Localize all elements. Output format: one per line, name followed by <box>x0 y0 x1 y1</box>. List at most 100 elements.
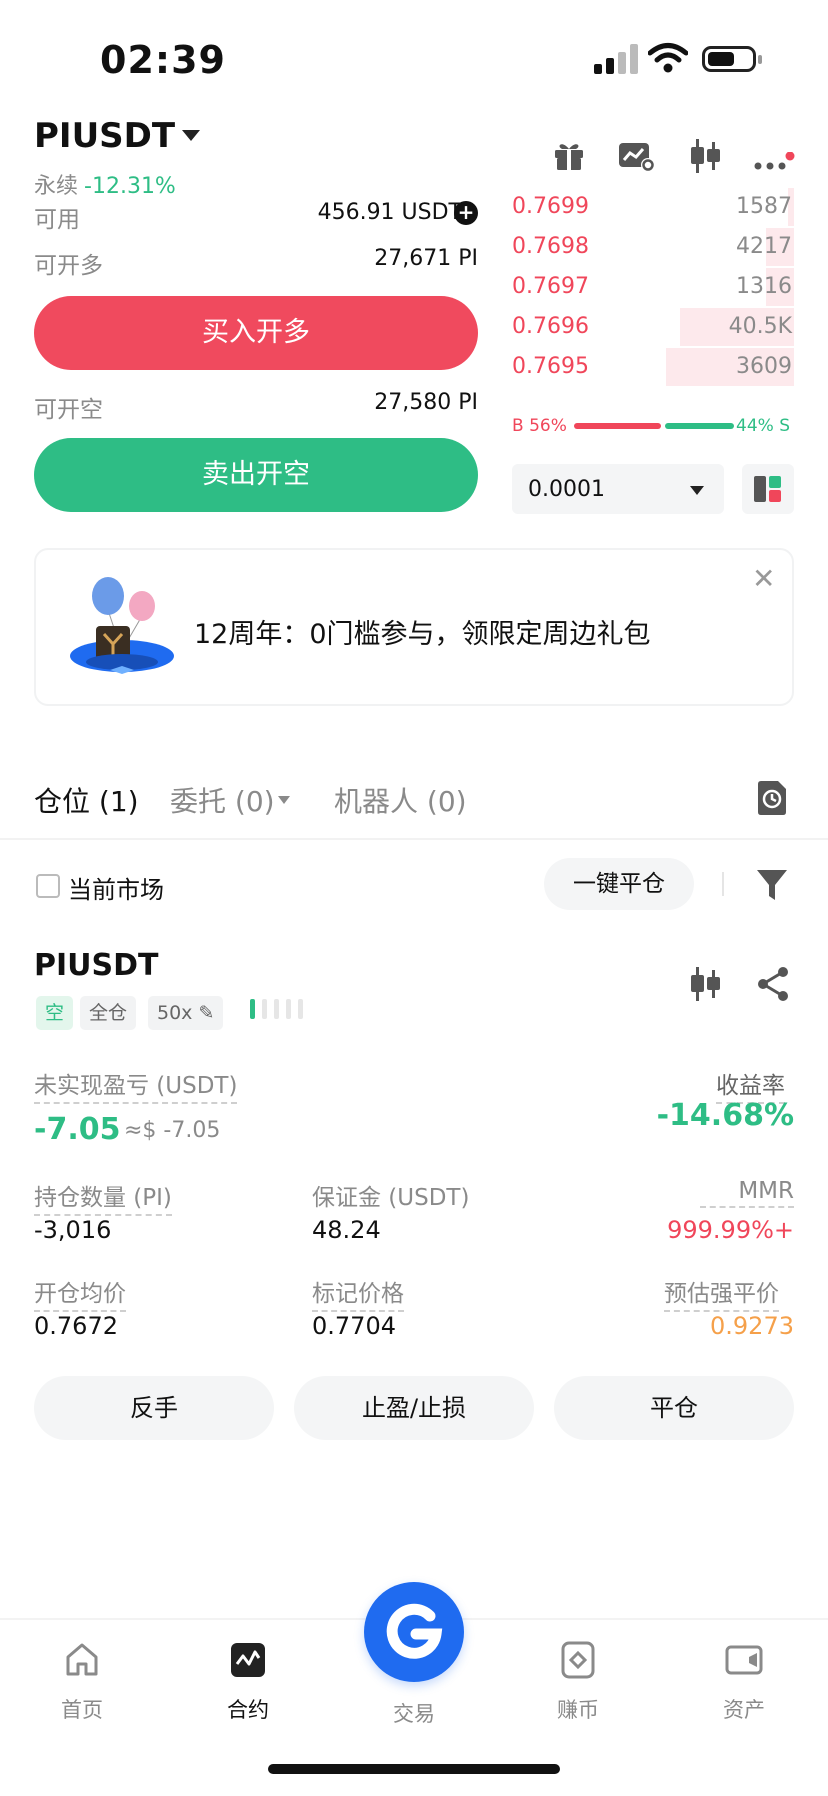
close-all-button[interactable]: 一键平仓 <box>544 858 694 910</box>
margin-mode-tag[interactable]: 全仓 <box>80 996 137 1030</box>
nav-home[interactable]: 首页 <box>22 1640 142 1724</box>
nav-earn[interactable]: 赚币 <box>518 1640 638 1724</box>
divider <box>0 838 828 840</box>
orderbook-ask-row[interactable]: 0.7696 40.5K <box>510 308 794 348</box>
ask-price: 0.7696 <box>512 314 589 339</box>
nav-assets-label: 资产 <box>723 1698 765 1722</box>
mmr-label: MMR <box>700 1178 794 1208</box>
open-long-value: 27,671 PI <box>374 246 478 271</box>
tpsl-button[interactable]: 止盈/止损 <box>294 1376 534 1440</box>
orderbook-layout-button[interactable] <box>742 464 794 514</box>
ask-price: 0.7697 <box>512 274 589 299</box>
home-icon <box>66 1643 98 1676</box>
leverage-value: 50x <box>157 1002 193 1024</box>
tab-bots[interactable]: 机器人 (0) <box>334 780 467 820</box>
caret-down-icon[interactable] <box>278 796 290 804</box>
roe-value: -14.68% <box>656 1098 794 1133</box>
close-icon[interactable]: ✕ <box>752 562 775 595</box>
contract-info: 永续 -12.31% <box>34 168 176 200</box>
sell-ratio: 44% S <box>736 416 790 436</box>
orderbook-ask-row[interactable]: 0.7698 4217 <box>510 228 794 268</box>
current-market-label: 当前市场 <box>68 876 164 904</box>
available-value: 456.91 USDT <box>317 200 462 225</box>
open-short-value: 27,580 PI <box>374 390 478 415</box>
chart-edit-icon[interactable] <box>618 140 656 172</box>
size-label: 持仓数量 (PI) <box>34 1178 172 1216</box>
close-position-button[interactable]: 平仓 <box>554 1376 794 1440</box>
leverage-tag[interactable]: 50x ✎ <box>148 996 224 1030</box>
liq-price-value: 0.9273 <box>710 1312 794 1340</box>
mark-price-value: 0.7704 <box>312 1312 396 1340</box>
size-value: -3,016 <box>34 1216 112 1244</box>
divider <box>722 872 724 896</box>
mmr-value: 999.99%+ <box>667 1216 794 1244</box>
unrealized-pnl-usd: ≈$ -7.05 <box>124 1118 221 1143</box>
nav-earn-label: 赚币 <box>557 1698 599 1722</box>
caret-down-icon[interactable] <box>690 486 704 495</box>
share-icon[interactable] <box>756 966 790 1002</box>
ask-price: 0.7695 <box>512 354 589 379</box>
tab-positions[interactable]: 仓位 (1) <box>34 780 139 820</box>
history-icon[interactable] <box>756 780 788 816</box>
open-long-label: 可开多 <box>34 253 103 279</box>
anniversary-gift-icon <box>70 577 174 674</box>
contract-type: 永续 <box>34 174 79 199</box>
trade-logo-icon <box>386 1603 443 1659</box>
nav-futures-label: 合约 <box>227 1698 269 1722</box>
ask-qty: 3609 <box>736 354 792 379</box>
candlestick-icon[interactable] <box>688 138 722 174</box>
home-indicator[interactable] <box>268 1764 560 1774</box>
buy-long-button[interactable]: 买入开多 <box>34 296 478 370</box>
banner-text: 12周年：0门槛参与，领限定周边礼包 <box>194 619 651 650</box>
wallet-icon <box>725 1645 763 1675</box>
tab-orders[interactable]: 委托 (0) <box>170 780 275 820</box>
margin-label: 保证金 (USDT) <box>312 1185 470 1211</box>
ask-price: 0.7698 <box>512 234 589 259</box>
futures-icon <box>231 1643 265 1677</box>
sell-short-button[interactable]: 卖出开空 <box>34 438 478 512</box>
unrealized-pnl: -7.05 <box>34 1112 121 1147</box>
orderbook-ask-row[interactable]: 0.7699 1587 <box>510 188 794 228</box>
caret-down-icon[interactable] <box>182 130 200 141</box>
entry-price-value: 0.7672 <box>34 1312 118 1340</box>
cellular-signal-icon <box>594 44 638 74</box>
orderbook-ask-row[interactable]: 0.7697 1316 <box>510 268 794 308</box>
unrealized-pnl-label: 未实现盈亏 (USDT) <box>34 1066 238 1104</box>
nav-home-label: 首页 <box>61 1698 103 1722</box>
ask-price: 0.7699 <box>512 194 589 219</box>
earn-icon <box>561 1641 595 1679</box>
available-label: 可用 <box>34 207 80 233</box>
nav-trade-label[interactable]: 交易 <box>364 1698 464 1728</box>
ask-qty: 4217 <box>736 234 792 259</box>
ask-qty: 1587 <box>736 194 792 219</box>
ask-qty: 1316 <box>736 274 792 299</box>
filter-icon[interactable] <box>756 868 788 902</box>
plus-icon[interactable]: + <box>454 201 478 225</box>
battery-icon <box>702 46 762 72</box>
current-market-checkbox[interactable] <box>36 874 60 898</box>
liq-price-label: 预估强平价 <box>664 1274 779 1312</box>
edit-icon: ✎ <box>198 1002 215 1024</box>
entry-price-label: 开仓均价 <box>34 1274 126 1312</box>
sell-ratio-bar <box>665 423 734 429</box>
position-symbol[interactable]: PIUSDT <box>34 948 158 983</box>
buy-ratio: B 56% <box>512 416 567 436</box>
wifi-icon <box>648 43 688 73</box>
trade-fab-button[interactable] <box>364 1582 464 1682</box>
orderbook-ask-row[interactable]: 0.7695 3609 <box>510 348 794 388</box>
side-tag: 空 <box>36 996 74 1030</box>
gift-icon[interactable] <box>552 138 586 172</box>
more-icon[interactable] <box>754 151 796 178</box>
margin-value: 48.24 <box>312 1216 381 1244</box>
pair-title[interactable]: PIUSDT <box>34 116 175 156</box>
nav-futures[interactable]: 合约 <box>188 1640 308 1724</box>
nav-assets[interactable]: 资产 <box>684 1640 804 1724</box>
mark-price-label: 标记价格 <box>312 1274 404 1312</box>
layout-icon <box>754 476 781 502</box>
ask-qty: 40.5K <box>728 314 792 339</box>
reverse-button[interactable]: 反手 <box>34 1376 274 1440</box>
status-time: 02:39 <box>100 38 226 82</box>
price-change: -12.31% <box>84 174 176 199</box>
buy-ratio-bar <box>574 423 661 429</box>
candlestick-icon[interactable] <box>688 966 722 1002</box>
